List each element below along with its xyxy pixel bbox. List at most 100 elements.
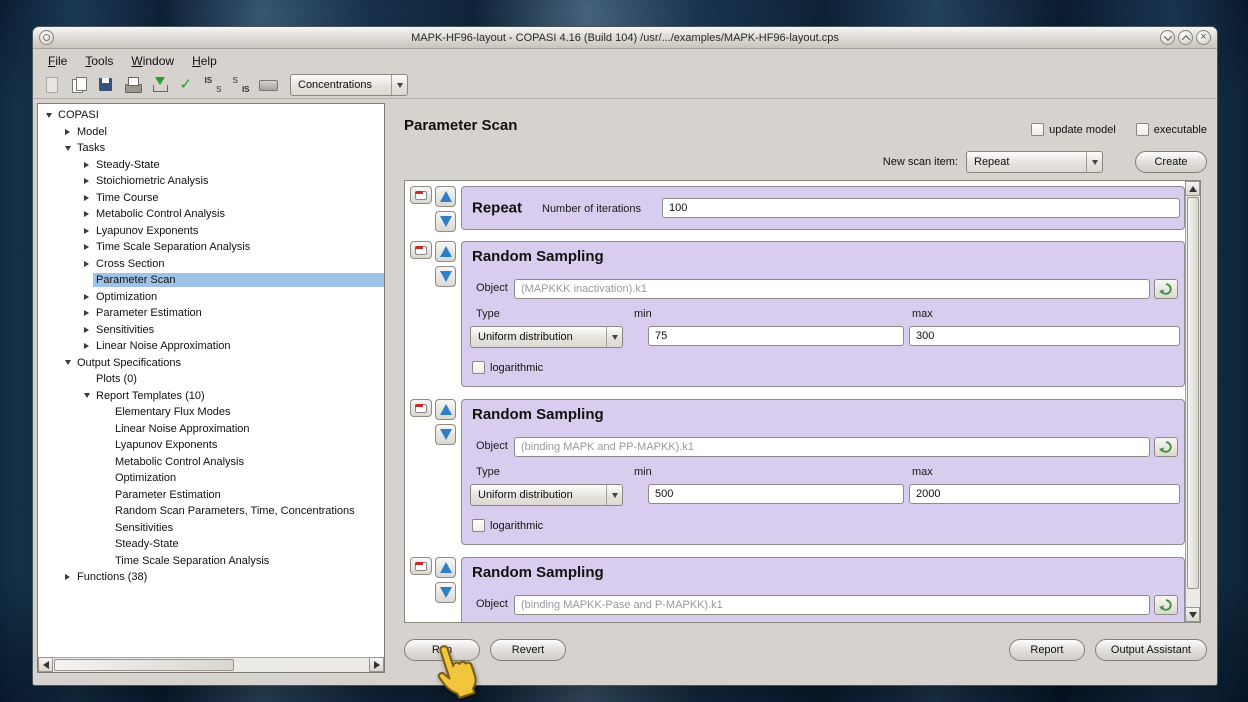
close-button[interactable]: × [1196, 30, 1211, 45]
remove-scan-item-button[interactable] [410, 557, 432, 575]
scan-scrollbar-thumb[interactable] [1187, 197, 1199, 589]
tree-item-linear-noise-approximation[interactable]: Linear Noise Approximation [38, 338, 384, 355]
tree-item-lyapunov-exponents[interactable]: Lyapunov Exponents [38, 437, 384, 454]
scroll-left-button[interactable] [38, 657, 53, 672]
move-item-down-button[interactable] [435, 266, 456, 287]
expand-arrow-icon[interactable] [61, 129, 74, 135]
minimize-button[interactable] [1160, 30, 1175, 45]
min-input[interactable]: 500 [648, 484, 904, 504]
tree-item-elementary-flux-modes[interactable]: Elementary Flux Modes [38, 404, 384, 421]
move-item-down-button[interactable] [435, 211, 456, 232]
tree-item-copasi[interactable]: COPASI [38, 107, 384, 124]
expand-arrow-icon[interactable] [80, 211, 93, 217]
remove-scan-item-button[interactable] [410, 241, 432, 259]
tree-item-tasks[interactable]: Tasks [38, 140, 384, 157]
tree-item-cross-section[interactable]: Cross Section [38, 256, 384, 273]
select-object-button[interactable] [1154, 595, 1178, 615]
collapse-arrow-icon[interactable] [61, 146, 74, 151]
check-button[interactable] [174, 74, 199, 97]
tree-item-metabolic-control-analysis[interactable]: Metabolic Control Analysis [38, 206, 384, 223]
tree-item-plots-0[interactable]: Plots (0) [38, 371, 384, 388]
tree-scrollbar-thumb[interactable] [54, 659, 234, 671]
scroll-up-button[interactable] [1185, 181, 1200, 196]
tree-item-optimization[interactable]: Optimization [38, 470, 384, 487]
save-button[interactable] [93, 74, 118, 97]
expand-arrow-icon[interactable] [80, 327, 93, 333]
convert-from-initial-state-button[interactable] [228, 74, 253, 97]
select-object-button[interactable] [1154, 437, 1178, 457]
tree-item-functions-38[interactable]: Functions (38) [38, 569, 384, 586]
executable-checkbox[interactable] [1136, 123, 1149, 136]
new-file-button[interactable] [39, 74, 64, 97]
tree-item-optimization[interactable]: Optimization [38, 289, 384, 306]
view-mode-select[interactable]: Concentrations [290, 74, 408, 96]
title-bar[interactable]: MAPK-HF96-layout - COPASI 4.16 (Build 10… [33, 27, 1217, 49]
report-button[interactable]: Report [1009, 639, 1085, 661]
new-scan-item-select[interactable]: Repeat [966, 151, 1103, 173]
expand-arrow-icon[interactable] [80, 294, 93, 300]
expand-arrow-icon[interactable] [80, 310, 93, 316]
menu-window[interactable]: Window [122, 50, 183, 72]
tree-item-time-scale-separation-analysis[interactable]: Time Scale Separation Analysis [38, 553, 384, 570]
tree-item-output-specifications[interactable]: Output Specifications [38, 355, 384, 372]
logarithmic-checkbox[interactable] [472, 519, 485, 532]
create-button[interactable]: Create [1135, 151, 1207, 173]
tree-horizontal-scrollbar[interactable] [38, 657, 384, 672]
import-button[interactable] [147, 74, 172, 97]
expand-arrow-icon[interactable] [80, 343, 93, 349]
window-menu-button[interactable] [39, 30, 54, 45]
collapse-arrow-icon[interactable] [61, 360, 74, 365]
distribution-select[interactable]: Uniform distribution [470, 326, 623, 348]
expand-arrow-icon[interactable] [80, 195, 93, 201]
max-input[interactable]: 300 [909, 326, 1180, 346]
maximize-button[interactable] [1178, 30, 1193, 45]
expand-arrow-icon[interactable] [80, 228, 93, 234]
object-input[interactable]: (binding MAPK and PP-MAPKK).k1 [514, 437, 1150, 457]
expand-arrow-icon[interactable] [80, 162, 93, 168]
tree-item-parameter-estimation[interactable]: Parameter Estimation [38, 487, 384, 504]
tree-item-sensitivities[interactable]: Sensitivities [38, 520, 384, 537]
distribution-select[interactable]: Uniform distribution [470, 484, 623, 506]
tree-item-random-scan-parameters-time-concentrations[interactable]: Random Scan Parameters, Time, Concentrat… [38, 503, 384, 520]
revert-button[interactable]: Revert [490, 639, 566, 661]
update-model-checkbox[interactable] [1031, 123, 1044, 136]
output-assistant-button[interactable]: Output Assistant [1095, 639, 1207, 661]
move-item-up-button[interactable] [435, 557, 456, 578]
run-button[interactable]: Run [404, 639, 480, 661]
collapse-arrow-icon[interactable] [42, 113, 55, 118]
copy-button[interactable] [66, 74, 91, 97]
expand-arrow-icon[interactable] [61, 574, 74, 580]
tree-item-parameter-scan[interactable]: Parameter Scan [38, 272, 384, 289]
tree-item-linear-noise-approximation[interactable]: Linear Noise Approximation [38, 421, 384, 438]
tree-item-lyapunov-exponents[interactable]: Lyapunov Exponents [38, 223, 384, 240]
object-input[interactable]: (MAPKKK inactivation).k1 [514, 279, 1150, 299]
tree-item-report-templates-10[interactable]: Report Templates (10) [38, 388, 384, 405]
tree-item-sensitivities[interactable]: Sensitivities [38, 322, 384, 339]
print-button[interactable] [120, 74, 145, 97]
tree-item-stoichiometric-analysis[interactable]: Stoichiometric Analysis [38, 173, 384, 190]
remove-scan-item-button[interactable] [410, 186, 432, 204]
move-item-down-button[interactable] [435, 582, 456, 603]
object-input[interactable]: (binding MAPKK-Pase and P-MAPKK).k1 [514, 595, 1150, 615]
expand-arrow-icon[interactable] [80, 244, 93, 250]
menu-file[interactable]: File [39, 50, 76, 72]
tree-item-metabolic-control-analysis[interactable]: Metabolic Control Analysis [38, 454, 384, 471]
max-input[interactable]: 2000 [909, 484, 1180, 504]
scan-items-scrollbar[interactable] [1185, 181, 1200, 622]
menu-tools[interactable]: Tools [76, 50, 122, 72]
tree-item-time-scale-separation-analysis[interactable]: Time Scale Separation Analysis [38, 239, 384, 256]
logarithmic-checkbox[interactable] [472, 361, 485, 374]
move-item-up-button[interactable] [435, 241, 456, 262]
tree-item-model[interactable]: Model [38, 124, 384, 141]
expand-arrow-icon[interactable] [80, 261, 93, 267]
min-input[interactable]: 75 [648, 326, 904, 346]
select-object-button[interactable] [1154, 279, 1178, 299]
scroll-right-button[interactable] [369, 657, 384, 672]
tree-item-time-course[interactable]: Time Course [38, 190, 384, 207]
expand-arrow-icon[interactable] [80, 178, 93, 184]
remove-scan-item-button[interactable] [410, 399, 432, 417]
iterations-input[interactable]: 100 [662, 198, 1180, 218]
ruler-button[interactable] [255, 74, 280, 97]
tree-item-steady-state[interactable]: Steady-State [38, 536, 384, 553]
convert-to-initial-state-button[interactable] [201, 74, 226, 97]
